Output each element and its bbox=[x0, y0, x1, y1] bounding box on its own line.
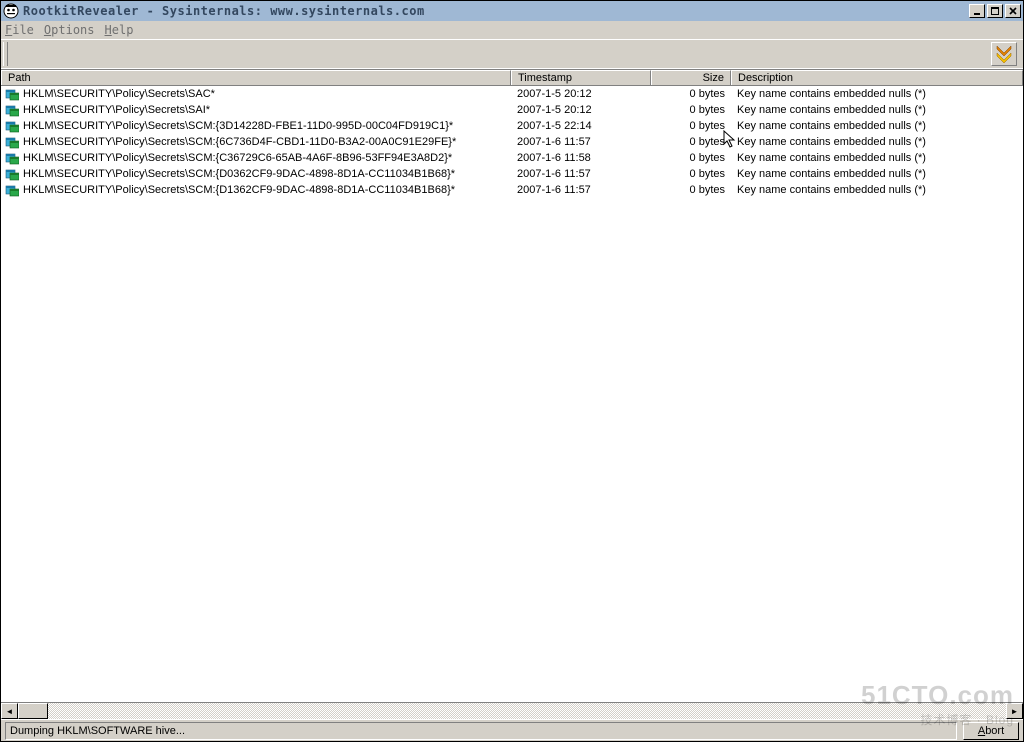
cell-path-text: HKLM\SECURITY\Policy\Secrets\SCM:{C36729… bbox=[23, 152, 452, 164]
cell-description: Key name contains embedded nulls (*) bbox=[731, 136, 1023, 148]
menu-options[interactable]: Options bbox=[44, 23, 95, 37]
table-row[interactable]: HKLM\SECURITY\Policy\Secrets\SCM:{D1362C… bbox=[1, 182, 1023, 198]
cell-path: HKLM\SECURITY\Policy\Secrets\SCM:{6C736D… bbox=[1, 135, 511, 149]
cell-size: 0 bytes bbox=[651, 152, 731, 164]
toolbar bbox=[1, 39, 1023, 69]
registry-key-icon bbox=[5, 167, 19, 181]
cell-path: HKLM\SECURITY\Policy\Secrets\SCM:{C36729… bbox=[1, 151, 511, 165]
close-button[interactable] bbox=[1005, 4, 1021, 18]
table-row[interactable]: HKLM\SECURITY\Policy\Secrets\SCM:{D0362C… bbox=[1, 166, 1023, 182]
cell-size: 0 bytes bbox=[651, 88, 731, 100]
cell-description: Key name contains embedded nulls (*) bbox=[731, 168, 1023, 180]
cell-path-text: HKLM\SECURITY\Policy\Secrets\SAI* bbox=[23, 104, 210, 116]
menu-help[interactable]: Help bbox=[105, 23, 134, 37]
table-row[interactable]: HKLM\SECURITY\Policy\Secrets\SCM:{C36729… bbox=[1, 150, 1023, 166]
cell-description: Key name contains embedded nulls (*) bbox=[731, 88, 1023, 100]
cell-path-text: HKLM\SECURITY\Policy\Secrets\SCM:{6C736D… bbox=[23, 136, 456, 148]
cell-description: Key name contains embedded nulls (*) bbox=[731, 152, 1023, 164]
menu-file[interactable]: File bbox=[5, 23, 34, 37]
window-title: RootkitRevealer - Sysinternals: www.sysi… bbox=[23, 4, 969, 18]
results-list: Path Timestamp Size Description HKLM\SEC… bbox=[1, 69, 1023, 719]
app-window: RootkitRevealer - Sysinternals: www.sysi… bbox=[0, 0, 1024, 742]
registry-key-icon bbox=[5, 183, 19, 197]
scroll-left-button[interactable]: ◄ bbox=[1, 703, 18, 719]
cell-description: Key name contains embedded nulls (*) bbox=[731, 104, 1023, 116]
cell-path: HKLM\SECURITY\Policy\Secrets\SCM:{3D1422… bbox=[1, 119, 511, 133]
registry-key-icon bbox=[5, 103, 19, 117]
menu-bar: File Options Help bbox=[1, 21, 1023, 39]
cell-timestamp: 2007-1-6 11:58 bbox=[511, 152, 651, 164]
cell-size: 0 bytes bbox=[651, 104, 731, 116]
scan-button[interactable] bbox=[991, 42, 1017, 66]
minimize-button[interactable] bbox=[969, 4, 985, 18]
col-header-timestamp[interactable]: Timestamp bbox=[511, 70, 651, 85]
col-header-size[interactable]: Size bbox=[651, 70, 731, 85]
scan-chevron-icon bbox=[994, 44, 1014, 64]
status-text: Dumping HKLM\SOFTWARE hive... bbox=[5, 722, 957, 740]
cell-timestamp: 2007-1-5 22:14 bbox=[511, 120, 651, 132]
registry-key-icon bbox=[5, 87, 19, 101]
scroll-track[interactable] bbox=[18, 703, 1006, 719]
cell-size: 0 bytes bbox=[651, 120, 731, 132]
cell-path-text: HKLM\SECURITY\Policy\Secrets\SCM:{3D1422… bbox=[23, 120, 453, 132]
app-icon bbox=[3, 3, 19, 19]
table-row[interactable]: HKLM\SECURITY\Policy\Secrets\SCM:{3D1422… bbox=[1, 118, 1023, 134]
cell-timestamp: 2007-1-5 20:12 bbox=[511, 88, 651, 100]
horizontal-scrollbar[interactable]: ◄ ► bbox=[1, 702, 1023, 719]
cell-description: Key name contains embedded nulls (*) bbox=[731, 120, 1023, 132]
status-bar: Dumping HKLM\SOFTWARE hive... Abort bbox=[1, 719, 1023, 741]
cell-path-text: HKLM\SECURITY\Policy\Secrets\SCM:{D0362C… bbox=[23, 168, 455, 180]
registry-key-icon bbox=[5, 151, 19, 165]
column-headers: Path Timestamp Size Description bbox=[1, 69, 1023, 86]
results-body[interactable]: HKLM\SECURITY\Policy\Secrets\SAC* 2007-1-… bbox=[1, 86, 1023, 702]
cell-path-text: HKLM\SECURITY\Policy\Secrets\SAC* bbox=[23, 88, 215, 100]
cell-size: 0 bytes bbox=[651, 136, 731, 148]
registry-key-icon bbox=[5, 135, 19, 149]
table-row[interactable]: HKLM\SECURITY\Policy\Secrets\SAI* 2007-1-… bbox=[1, 102, 1023, 118]
cell-path: HKLM\SECURITY\Policy\Secrets\SAI* bbox=[1, 103, 511, 117]
cell-description: Key name contains embedded nulls (*) bbox=[731, 184, 1023, 196]
cell-timestamp: 2007-1-6 11:57 bbox=[511, 136, 651, 148]
cell-size: 0 bytes bbox=[651, 168, 731, 180]
maximize-button[interactable] bbox=[987, 4, 1003, 18]
cell-path-text: HKLM\SECURITY\Policy\Secrets\SCM:{D1362C… bbox=[23, 184, 455, 196]
cell-path: HKLM\SECURITY\Policy\Secrets\SCM:{D0362C… bbox=[1, 167, 511, 181]
table-row[interactable]: HKLM\SECURITY\Policy\Secrets\SAC* 2007-1-… bbox=[1, 86, 1023, 102]
table-row[interactable]: HKLM\SECURITY\Policy\Secrets\SCM:{6C736D… bbox=[1, 134, 1023, 150]
cell-path: HKLM\SECURITY\Policy\Secrets\SAC* bbox=[1, 87, 511, 101]
registry-key-icon bbox=[5, 119, 19, 133]
scroll-right-button[interactable]: ► bbox=[1006, 703, 1023, 719]
col-header-path[interactable]: Path bbox=[1, 70, 511, 85]
abort-button[interactable]: Abort bbox=[963, 722, 1019, 740]
cell-timestamp: 2007-1-6 11:57 bbox=[511, 184, 651, 196]
scroll-thumb[interactable] bbox=[18, 703, 48, 719]
cell-size: 0 bytes bbox=[651, 184, 731, 196]
cell-path: HKLM\SECURITY\Policy\Secrets\SCM:{D1362C… bbox=[1, 183, 511, 197]
col-header-description[interactable]: Description bbox=[731, 70, 1023, 85]
cell-timestamp: 2007-1-6 11:57 bbox=[511, 168, 651, 180]
title-bar[interactable]: RootkitRevealer - Sysinternals: www.sysi… bbox=[1, 1, 1023, 21]
cell-timestamp: 2007-1-5 20:12 bbox=[511, 104, 651, 116]
